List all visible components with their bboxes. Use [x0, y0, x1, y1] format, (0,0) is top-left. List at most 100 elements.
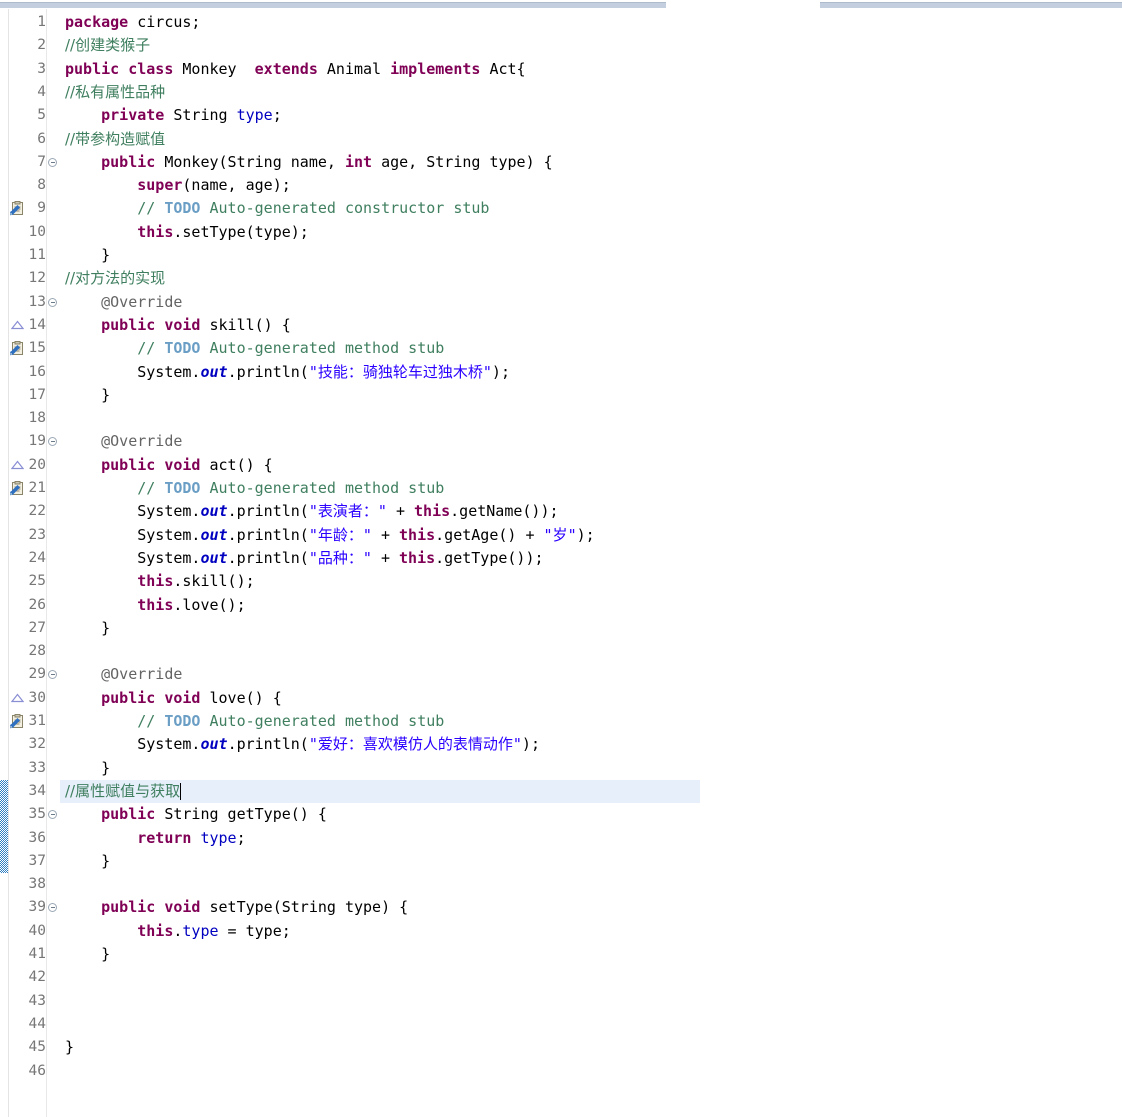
code-token: 品种：: [317, 548, 363, 567]
code-line[interactable]: System.out.println("技能：骑独轮车过独木桥");: [60, 361, 510, 384]
line-number: 2: [37, 37, 46, 54]
fold-collapse-icon[interactable]: [48, 803, 59, 826]
code-token: out: [200, 548, 228, 567]
code-line[interactable]: [60, 990, 65, 1013]
code-line[interactable]: }: [60, 617, 110, 640]
line-number: 43: [28, 992, 46, 1009]
override-indicator-icon[interactable]: [11, 314, 24, 337]
code-line[interactable]: //私有属性品种: [60, 81, 165, 104]
code-line[interactable]: }: [60, 1036, 74, 1059]
todo-task-marker-icon[interactable]: [10, 197, 25, 220]
line-number: 10: [28, 223, 46, 240]
code-line[interactable]: this.skill();: [60, 570, 254, 593]
code-line[interactable]: public void love() {: [60, 687, 282, 710]
code-line[interactable]: [60, 1060, 65, 1083]
line-number: 19: [28, 433, 46, 450]
folding-ruler-column[interactable]: [47, 9, 60, 1117]
code-line[interactable]: this.setType(type);: [60, 221, 309, 244]
fold-collapse-icon[interactable]: [48, 896, 59, 919]
fold-collapse-icon[interactable]: [48, 430, 59, 453]
java-source-editor[interactable]: 1 2 3 4 5 6 7 8 9 10 11 12 13 14 15 16 17 18 19 20 21 22 23 24 2…: [0, 0, 1122, 1117]
line-number: 40: [28, 922, 46, 939]
code-line[interactable]: // TODO Auto-generated method stub: [60, 710, 444, 733]
code-token: type: [200, 828, 237, 847]
line-number: 22: [28, 503, 46, 520]
code-line[interactable]: }: [60, 757, 110, 780]
todo-task-marker-icon[interactable]: [10, 337, 25, 360]
code-token: Monkey(String name,: [155, 152, 345, 171]
horizontal-scrollbar[interactable]: [0, 0, 1122, 9]
code-token: System.: [65, 362, 201, 381]
code-line[interactable]: @Override: [60, 291, 182, 314]
scrollbar-thumb-2[interactable]: [820, 2, 1122, 8]
code-line[interactable]: System.out.println("品种：" + this.getType(…: [60, 547, 544, 570]
code-line[interactable]: package circus;: [60, 11, 200, 34]
code-token: Auto-generated method stub: [200, 339, 445, 358]
code-line[interactable]: //创建类猴子: [60, 34, 150, 57]
code-line[interactable]: }: [60, 244, 110, 267]
code-token: //带参构造赋值: [65, 129, 166, 148]
code-line[interactable]: [60, 640, 65, 663]
code-line[interactable]: //带参构造赋值: [60, 128, 165, 151]
code-line[interactable]: private String type;: [60, 104, 282, 127]
override-indicator-icon[interactable]: [11, 687, 24, 710]
code-line[interactable]: @Override: [60, 430, 182, 453]
code-line[interactable]: System.out.println("年龄：" + this.getAge()…: [60, 524, 594, 547]
code-token: void: [164, 315, 201, 334]
line-number-ruler: 1 2 3 4 5 6 7 8 9 10 11 12 13 14 15 16 17 18 19 20 21 22 23 24 2…: [25, 9, 47, 1117]
code-token: TODO: [164, 199, 201, 218]
fold-collapse-icon[interactable]: [48, 291, 59, 314]
code-line[interactable]: this.type = type;: [60, 920, 291, 943]
scrollbar-thumb-1[interactable]: [0, 2, 666, 8]
todo-task-marker-icon[interactable]: [10, 710, 25, 733]
fold-collapse-icon[interactable]: [48, 151, 59, 174]
code-line[interactable]: @Override: [60, 663, 182, 686]
code-line[interactable]: //属性赋值与获取: [60, 780, 180, 803]
code-line[interactable]: [60, 1013, 65, 1036]
code-text-area[interactable]: package circus; //创建类猴子 public class Monke…: [60, 9, 1122, 1117]
override-indicator-icon[interactable]: [11, 454, 24, 477]
code-line[interactable]: public class Monkey extends Animal imple…: [60, 58, 526, 81]
code-token: .println(: [227, 735, 309, 754]
code-line[interactable]: this.love();: [60, 594, 245, 617]
fold-collapse-icon[interactable]: [48, 663, 59, 686]
code-token: TODO: [164, 339, 201, 358]
code-line[interactable]: [60, 407, 65, 430]
code-line[interactable]: }: [60, 943, 110, 966]
line-number: 33: [28, 759, 46, 776]
code-line[interactable]: public void act() {: [60, 454, 273, 477]
code-line[interactable]: System.out.println("爱好：喜欢模仿人的表情动作");: [60, 733, 540, 756]
code-line[interactable]: // TODO Auto-generated constructor stub: [60, 197, 489, 220]
code-token: //私有属性品种: [65, 82, 166, 101]
code-line[interactable]: public void setType(String type) {: [60, 896, 408, 919]
code-token: .println(: [227, 362, 309, 381]
code-token: System.: [65, 502, 201, 521]
code-token: .getType());: [435, 548, 544, 567]
code-line[interactable]: }: [60, 384, 110, 407]
code-line[interactable]: public Monkey(String name, int age, Stri…: [60, 151, 553, 174]
code-token: TODO: [164, 712, 201, 730]
annotation-marker-column[interactable]: [9, 9, 25, 1117]
code-line[interactable]: [60, 873, 65, 896]
code-line[interactable]: super(name, age);: [60, 174, 291, 197]
code-line[interactable]: [60, 966, 65, 989]
code-line[interactable]: // TODO Auto-generated method stub: [60, 477, 444, 500]
line-number: 20: [28, 456, 46, 473]
code-line[interactable]: System.out.println("表演者：" + this.getName…: [60, 500, 558, 523]
code-line[interactable]: return type;: [60, 827, 245, 850]
todo-task-marker-icon[interactable]: [10, 477, 25, 500]
code-line[interactable]: //对方法的实现: [60, 267, 165, 290]
code-line[interactable]: public void skill() {: [60, 314, 291, 337]
line-number: 14: [28, 316, 46, 333]
code-token: //: [137, 712, 165, 730]
code-line[interactable]: }: [60, 850, 110, 873]
code-line[interactable]: public String getType() {: [60, 803, 327, 826]
code-line[interactable]: // TODO Auto-generated method stub: [60, 337, 444, 360]
